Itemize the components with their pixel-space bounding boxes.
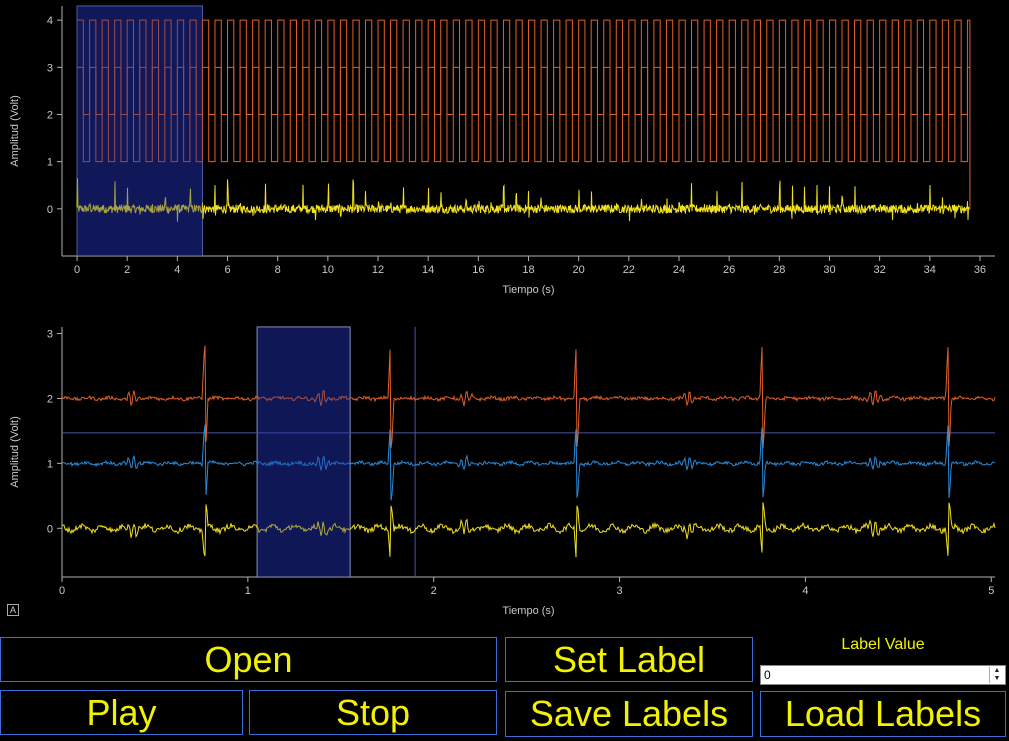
x-tick-label: 32 [874,264,886,276]
x-tick-label: 12 [372,264,384,276]
x-tick-label: 8 [275,264,281,276]
y-tick-label: 2 [47,393,53,405]
y-axis-label: Amplitud (Volt) [9,416,21,488]
x-tick-label: 14 [422,264,434,276]
x-axis-label: Tiempo (s) [502,284,554,296]
label-value-spinbox[interactable]: ▲ ▼ [760,665,1006,685]
x-tick-label: 16 [472,264,484,276]
spin-up-icon[interactable]: ▲ [990,667,1004,675]
x-tick-label: 36 [974,264,986,276]
save-labels-button[interactable]: Save Labels [505,691,753,737]
spin-buttons[interactable]: ▲ ▼ [989,667,1004,683]
signal-trace-2 [61,502,996,558]
open-button[interactable]: Open [0,637,497,682]
x-tick-label: 28 [773,264,785,276]
y-tick-label: 2 [47,109,53,121]
x-tick-label: 34 [924,264,936,276]
x-tick-label: 20 [573,264,585,276]
x-tick-label: 26 [723,264,735,276]
x-tick-label: 6 [224,264,230,276]
x-tick-label: 10 [322,264,334,276]
x-tick-label: 30 [823,264,835,276]
x-tick-label: 4 [802,585,808,597]
x-tick-label: 2 [431,585,437,597]
plots-area[interactable]: 0 2 4 6 8 10 12 14 16 18 20 22 24 26 28 30 32 34 3601234Ti… [0,0,1009,630]
set-label-button[interactable]: Set Label [505,637,753,682]
x-tick-label: 2 [124,264,130,276]
top-signal-plot[interactable]: 0 2 4 6 8 10 12 14 16 18 20 22 24 26 28 30 32 34 3601234Ti… [9,5,995,296]
x-tick-label: 0 [74,264,80,276]
x-tick-label: 4 [174,264,180,276]
selection-overlay [77,6,203,256]
bottom-signal-plot[interactable]: 0 1 2 3 4 5 0 1 2 3 Tiempo (s) Amplitud (Volt) [9,326,996,617]
y-tick-label: 4 [47,15,53,27]
y-axis-label: Amplitud (Volt) [9,95,21,167]
y-tick-label: 3 [47,62,53,74]
selection-overlay [257,327,351,577]
square-wave-2-3 [77,66,970,115]
x-tick-label: 5 [988,585,994,597]
x-tick-label: 18 [522,264,534,276]
play-button[interactable]: Play [0,690,243,735]
spin-down-icon[interactable]: ▼ [990,675,1004,683]
y-tick-label: 0 [47,204,53,216]
x-tick-label: 3 [617,585,623,597]
signal-trace-1 [61,424,996,501]
x-axis-label: Tiempo (s) [502,605,554,617]
y-tick-label: 1 [47,458,53,470]
auto-range-button[interactable]: A [7,604,19,616]
stop-button[interactable]: Stop [249,690,497,735]
y-tick-label: 0 [47,523,53,535]
load-labels-button[interactable]: Load Labels [760,691,1006,737]
x-tick-label: 22 [623,264,635,276]
label-value-title: Label Value [841,636,925,653]
label-value-input[interactable] [764,667,984,683]
x-tick-label: 24 [673,264,685,276]
x-tick-label: 0 [59,585,65,597]
signal-trace-top [76,178,970,222]
y-tick-label: 1 [47,157,53,169]
x-tick-label: 1 [245,585,251,597]
y-tick-label: 3 [47,328,53,340]
